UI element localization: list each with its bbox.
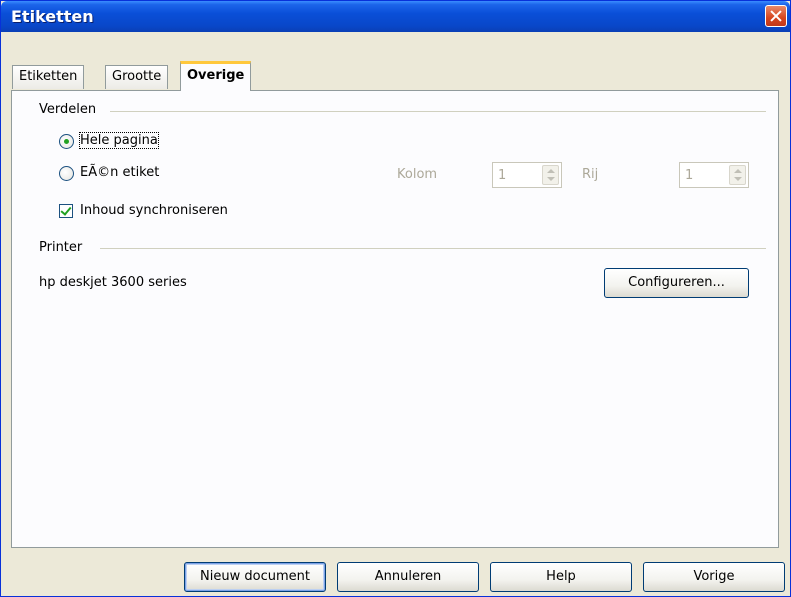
new-document-button[interactable]: Nieuw document <box>184 562 326 592</box>
tab-etiketten[interactable]: Etiketten <box>12 65 85 89</box>
sync-label[interactable]: Inhoud synchroniseren <box>80 203 228 218</box>
een-etiket-radio[interactable] <box>59 166 74 181</box>
verdelen-section-label: Verdelen <box>39 102 97 117</box>
window-title: Etiketten <box>11 7 94 26</box>
configure-button[interactable]: Configureren... <box>604 268 749 298</box>
spin-up-icon <box>734 169 742 173</box>
verdelen-divider <box>110 111 766 112</box>
hele-pagina-label[interactable]: Hele pagina <box>79 132 159 149</box>
printer-section-label: Printer <box>39 240 83 255</box>
rij-label: Rij <box>582 167 599 182</box>
spin-down-icon <box>547 177 555 181</box>
title-bar[interactable]: Etiketten <box>1 1 790 32</box>
help-button[interactable]: Help <box>490 562 632 592</box>
rij-spinner[interactable]: 1 <box>679 162 749 188</box>
close-icon[interactable] <box>765 5 787 27</box>
kolom-value: 1 <box>498 168 507 183</box>
cancel-button[interactable]: Annuleren <box>337 562 479 592</box>
cancel-label: Annuleren <box>374 569 442 584</box>
rij-value: 1 <box>685 168 694 183</box>
kolom-spinner[interactable]: 1 <box>492 162 562 188</box>
een-etiket-label[interactable]: EÃ©n etiket <box>80 165 159 180</box>
spin-up-icon <box>547 169 555 173</box>
previous-label: Vorige <box>693 569 735 584</box>
tab-grootte[interactable]: Grootte <box>105 65 169 89</box>
hele-pagina-radio[interactable] <box>59 134 74 149</box>
kolom-label: Kolom <box>397 167 438 182</box>
new-document-label: Nieuw document <box>200 569 310 584</box>
previous-button[interactable]: Vorige <box>643 562 785 592</box>
spin-down-icon <box>734 177 742 181</box>
dialog-window: Etiketten Etiketten Grootte Overige Verd… <box>0 0 791 597</box>
configure-button-label: Configureren... <box>628 275 725 290</box>
printer-divider <box>100 248 766 249</box>
sync-checkbox[interactable] <box>59 204 73 218</box>
rij-spin-buttons[interactable] <box>729 165 746 185</box>
printer-name: hp deskjet 3600 series <box>39 275 187 290</box>
tab-panel-overige: Verdelen Hele pagina EÃ©n etiket Kolom 1… <box>11 90 779 548</box>
help-label: Help <box>546 569 576 584</box>
kolom-spin-buttons[interactable] <box>542 165 559 185</box>
tab-overige[interactable]: Overige <box>180 61 252 91</box>
